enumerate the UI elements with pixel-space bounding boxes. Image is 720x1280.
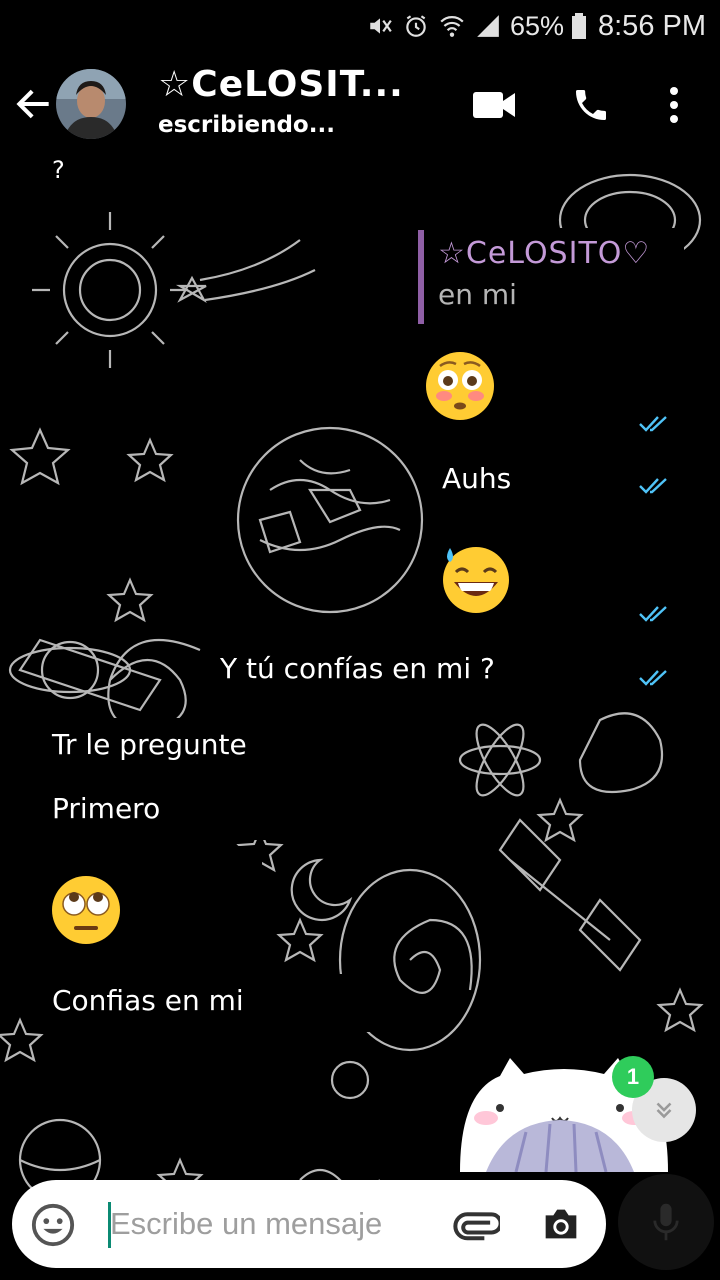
- message-bubble-outgoing[interactable]: Y tú confías en mi ?: [206, 642, 684, 700]
- status-bar: 65% 8:56 PM: [0, 0, 720, 52]
- battery-icon: [570, 12, 588, 40]
- battery-percent: 65%: [509, 10, 564, 41]
- signal-icon: [474, 12, 502, 40]
- microphone-button[interactable]: [618, 1174, 714, 1270]
- camera-icon[interactable]: [538, 1202, 584, 1248]
- message-bubble-incoming[interactable]: [36, 846, 262, 970]
- grinning-sweat-face-icon: [443, 547, 509, 613]
- quote-bar: [418, 230, 424, 324]
- flushed-face-icon: [426, 352, 494, 420]
- message-bubble-outgoing[interactable]: [426, 514, 684, 636]
- message-text: ?: [52, 156, 65, 184]
- double-chevron-down-icon: [656, 1102, 672, 1119]
- quoted-text: en mi: [438, 278, 517, 311]
- back-arrow-icon[interactable]: [12, 82, 56, 126]
- read-ticks-icon: [639, 478, 667, 494]
- unread-count-badge: 1: [612, 1056, 654, 1098]
- attach-icon[interactable]: [452, 1200, 503, 1248]
- emoji-icon[interactable]: [30, 1202, 76, 1248]
- microphone-icon: [653, 1203, 679, 1241]
- message-input[interactable]: [110, 1198, 430, 1250]
- clock: 8:56 PM: [598, 9, 706, 42]
- contact-name[interactable]: ☆CeLOSIT...: [158, 64, 404, 105]
- chat-header: ☆CeLOSIT... escribiendo...: [0, 52, 720, 160]
- message-bubble-outgoing[interactable]: [410, 324, 684, 448]
- eye-roll-face-icon: [52, 876, 120, 944]
- quoted-sender: ☆CeLOSITO♡: [438, 236, 651, 271]
- message-bubble-incoming[interactable]: Primero: [36, 782, 306, 840]
- message-text: Y tú confías en mi ?: [220, 652, 495, 685]
- contact-avatar[interactable]: [56, 69, 126, 139]
- voice-call-icon[interactable]: [568, 82, 614, 128]
- message-bubble-outgoing[interactable]: Auhs: [426, 452, 684, 510]
- video-call-icon[interactable]: [472, 82, 518, 128]
- alarm-icon: [402, 12, 430, 40]
- message-input-bar: [12, 1180, 606, 1268]
- read-ticks-icon: [639, 416, 667, 432]
- more-options-icon[interactable]: [654, 82, 694, 128]
- message-bubble-incoming[interactable]: Tr le pregunte: [36, 718, 398, 776]
- message-bubble-incoming[interactable]: Confias en mi: [36, 974, 388, 1032]
- message-text: Primero: [52, 792, 161, 825]
- contact-status: escribiendo...: [158, 112, 335, 138]
- quoted-reply[interactable]: ☆CeLOSITO♡ en mi: [416, 228, 684, 324]
- wifi-icon: [438, 12, 466, 40]
- read-ticks-icon: [639, 606, 667, 622]
- message-text: Tr le pregunte: [52, 728, 247, 761]
- read-ticks-icon: [639, 670, 667, 686]
- message-text: Confias en mi: [52, 984, 244, 1017]
- message-text: Auhs: [442, 462, 512, 495]
- mute-icon: [366, 12, 394, 40]
